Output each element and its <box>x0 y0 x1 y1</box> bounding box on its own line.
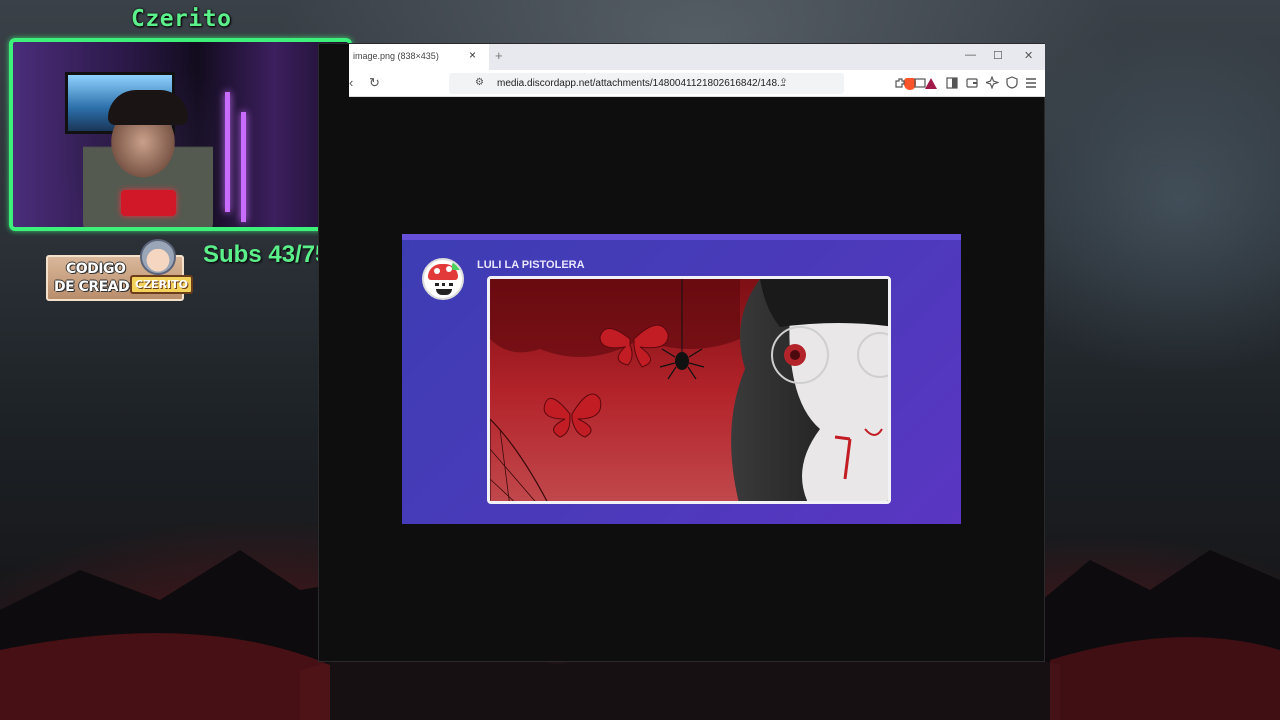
artwork-illustration <box>490 279 888 501</box>
frog-icon <box>452 260 462 270</box>
maximize-icon[interactable]: ☐ <box>993 49 1003 62</box>
sidebar-icon[interactable] <box>946 77 958 89</box>
avatar-mouth <box>436 289 452 295</box>
cap-spot <box>434 268 440 274</box>
tab-close-icon[interactable]: × <box>469 48 476 62</box>
tab-bar: image.png (838×435) × + — ☐ ✕ <box>349 44 1045 70</box>
extensions-icon[interactable] <box>894 77 906 89</box>
media-icon[interactable] <box>914 77 926 89</box>
new-tab-icon[interactable]: + <box>495 48 503 63</box>
minimize-icon[interactable]: — <box>965 49 976 61</box>
back-icon[interactable]: ‹ <box>349 75 353 90</box>
menu-icon[interactable] <box>1025 77 1037 89</box>
brave-rewards-icon[interactable] <box>925 78 937 89</box>
address-bar[interactable]: ⚙ media.discordapp.net/attachments/14800… <box>449 73 937 94</box>
wallet-icon[interactable] <box>966 77 978 89</box>
creator-avatar <box>140 239 176 275</box>
subs-counter: Subs 43/75 <box>203 241 329 268</box>
webcam-frame <box>9 38 352 231</box>
streamer-hair <box>108 90 188 125</box>
shared-image[interactable]: LULI LA PISTOLERA <box>402 234 961 524</box>
microphone <box>121 190 176 216</box>
artwork <box>487 276 891 504</box>
tab-title: image.png (838×435) <box>353 51 439 61</box>
creator-badge-line1: CODIGO <box>66 261 126 277</box>
url-text: media.discordapp.net/attachments/1480041… <box>497 78 786 89</box>
browser-tab[interactable]: image.png (838×435) × <box>349 44 489 70</box>
username: LULI LA PISTOLERA <box>477 259 585 271</box>
reload-icon[interactable]: ↻ <box>369 75 380 91</box>
creator-badge-tag: CZERITO <box>130 275 193 294</box>
close-window-icon[interactable]: ✕ <box>1024 49 1033 62</box>
streamer-name: Czerito <box>131 6 232 32</box>
creator-code-badge: CODIGO DE CREADOR CZERITO <box>46 239 193 301</box>
vpn-shield-icon[interactable] <box>1006 76 1018 89</box>
user-avatar <box>422 258 464 300</box>
share-icon[interactable]: ⇪ <box>779 76 788 89</box>
neon-light <box>225 92 230 212</box>
site-info-icon[interactable]: ⚙ <box>475 77 484 88</box>
leo-ai-icon[interactable] <box>986 76 999 89</box>
browser-toolbar: ‹ ↻ ☐ ⚙ media.discordapp.net/attachments… <box>349 70 1045 97</box>
neon-light <box>241 112 246 222</box>
